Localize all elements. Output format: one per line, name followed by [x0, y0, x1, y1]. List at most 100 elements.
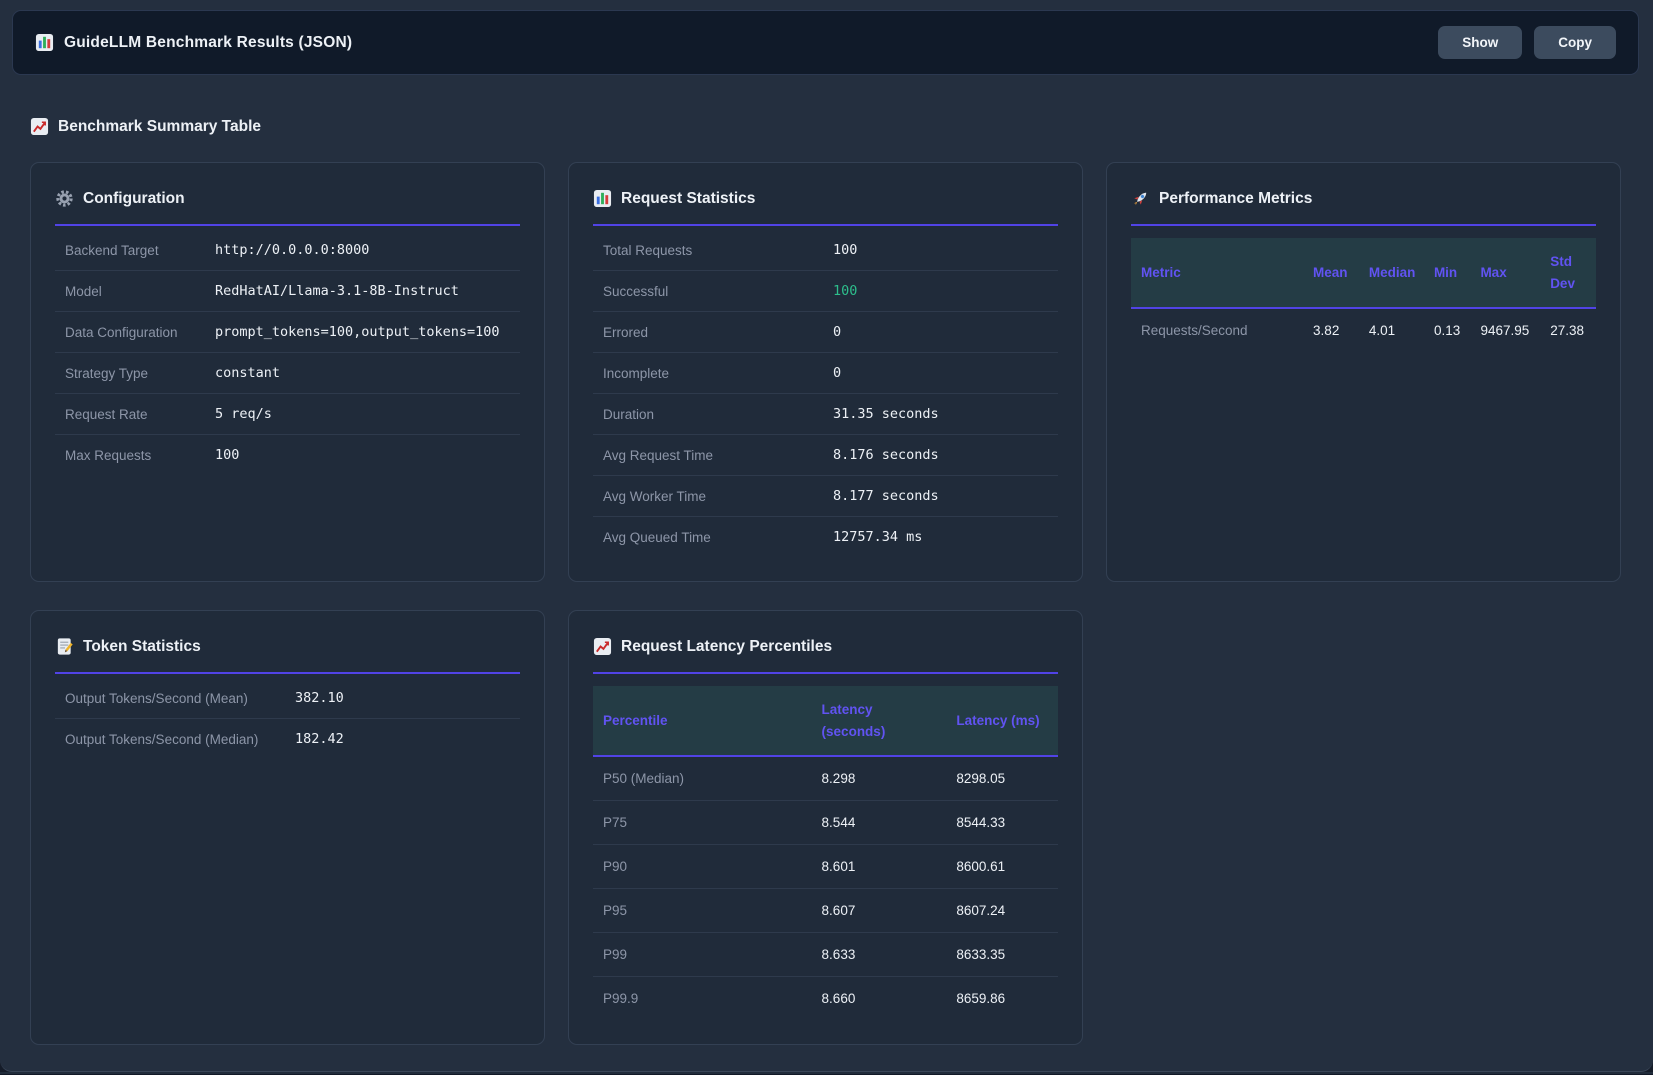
kv-label: Avg Request Time [603, 448, 833, 463]
table-row: P958.6078607.24 [593, 889, 1058, 933]
kv-value: http://0.0.0.0:8000 [215, 242, 369, 258]
table-row: P99.98.6608659.86 [593, 977, 1058, 1021]
kv-row: Avg Request Time8.176 seconds [593, 435, 1058, 476]
card-title-text: Request Latency Percentiles [621, 638, 832, 656]
kv-row: Max Requests100 [55, 435, 520, 475]
column-header: Latency (ms) [946, 686, 1058, 756]
card-title-text: Performance Metrics [1159, 190, 1312, 208]
value-cell: 8633.35 [946, 933, 1058, 977]
card-title: Configuration [55, 183, 520, 226]
kv-label: Total Requests [603, 243, 833, 258]
value-cell: 8600.61 [946, 845, 1058, 889]
row-label-cell: P95 [593, 889, 812, 933]
kv-row: Backend Targethttp://0.0.0.0:8000 [55, 230, 520, 271]
kv-row: Avg Worker Time8.177 seconds [593, 476, 1058, 517]
table-header-row: PercentileLatency (seconds)Latency (ms) [593, 686, 1058, 756]
chart-increasing-icon [593, 637, 612, 656]
value-cell: 9467.95 [1470, 308, 1540, 352]
kv-row: Duration31.35 seconds [593, 394, 1058, 435]
kv-value: RedHatAI/Llama-3.1-8B-Instruct [215, 283, 459, 299]
performance-metrics-table: MetricMeanMedianMinMaxStd DevRequests/Se… [1131, 238, 1596, 352]
configuration-list: Backend Targethttp://0.0.0.0:8000ModelRe… [55, 230, 520, 475]
kv-row: ModelRedHatAI/Llama-3.1-8B-Instruct [55, 271, 520, 312]
card-title: Token Statistics [55, 631, 520, 674]
kv-row: Incomplete0 [593, 353, 1058, 394]
column-header: Median [1359, 238, 1424, 308]
kv-label: Output Tokens/Second (Mean) [65, 691, 295, 706]
kv-value: 31.35 seconds [833, 406, 939, 422]
report-container: GuideLLM Benchmark Results (JSON) Show C… [0, 0, 1653, 1072]
table-header-row: MetricMeanMedianMinMaxStd Dev [1131, 238, 1596, 308]
kv-row: Total Requests100 [593, 230, 1058, 271]
section-title: Benchmark Summary Table [58, 118, 261, 136]
title-wrap: GuideLLM Benchmark Results (JSON) [35, 33, 352, 52]
kv-row: Data Configurationprompt_tokens=100,outp… [55, 312, 520, 353]
card-title: Request Latency Percentiles [593, 631, 1058, 674]
cards-grid: Configuration Backend Targethttp://0.0.0… [30, 162, 1621, 1045]
column-header: Std Dev [1540, 238, 1596, 308]
row-label-cell: P99 [593, 933, 812, 977]
column-header: Metric [1131, 238, 1303, 308]
row-label-cell: P90 [593, 845, 812, 889]
value-cell: 3.82 [1303, 308, 1359, 352]
section-heading: Benchmark Summary Table [30, 117, 1621, 136]
kv-label: Incomplete [603, 366, 833, 381]
latency-percentiles-table: PercentileLatency (seconds)Latency (ms)P… [593, 686, 1058, 1020]
header-buttons: Show Copy [1438, 26, 1616, 59]
kv-value: 100 [215, 447, 239, 463]
table-row: P998.6338633.35 [593, 933, 1058, 977]
kv-row: Request Rate5 req/s [55, 394, 520, 435]
value-cell: 8298.05 [946, 756, 1058, 801]
token-statistics-list: Output Tokens/Second (Mean)382.10Output … [55, 678, 520, 759]
column-header: Max [1470, 238, 1540, 308]
kv-value: 182.42 [295, 731, 344, 747]
kv-row: Output Tokens/Second (Median)182.42 [55, 719, 520, 759]
token-statistics-card: Token Statistics Output Tokens/Second (M… [30, 610, 545, 1045]
kv-label: Successful [603, 284, 833, 299]
memo-icon [55, 637, 74, 656]
value-cell: 0.13 [1424, 308, 1471, 352]
column-header: Percentile [593, 686, 812, 756]
content-area: Benchmark Summary Table Configuration Ba… [12, 117, 1639, 1045]
column-header: Mean [1303, 238, 1359, 308]
row-label-cell: P50 (Median) [593, 756, 812, 801]
kv-value: 5 req/s [215, 406, 272, 422]
chart-increasing-icon [30, 117, 49, 136]
table-row: P50 (Median)8.2988298.05 [593, 756, 1058, 801]
copy-button[interactable]: Copy [1534, 26, 1616, 59]
card-title: Performance Metrics [1131, 183, 1596, 226]
header-bar: GuideLLM Benchmark Results (JSON) Show C… [12, 10, 1639, 75]
kv-value: 100 [833, 242, 857, 258]
kv-value: 0 [833, 324, 841, 340]
table-row: P758.5448544.33 [593, 801, 1058, 845]
row-label-cell: P75 [593, 801, 812, 845]
value-cell: 8.544 [812, 801, 947, 845]
request-statistics-card: Request Statistics Total Requests100Succ… [568, 162, 1083, 582]
performance-metrics-card: Performance Metrics MetricMeanMedianMinM… [1106, 162, 1621, 582]
kv-label: Avg Queued Time [603, 530, 833, 545]
configuration-card: Configuration Backend Targethttp://0.0.0… [30, 162, 545, 582]
bar-chart-icon [35, 33, 54, 52]
kv-row: Avg Queued Time12757.34 ms [593, 517, 1058, 557]
value-cell: 8.633 [812, 933, 947, 977]
kv-value: 0 [833, 365, 841, 381]
value-cell: 8659.86 [946, 977, 1058, 1021]
value-cell: 8.607 [812, 889, 947, 933]
value-cell: 8.601 [812, 845, 947, 889]
value-cell: 27.38 [1540, 308, 1596, 352]
table-row: Requests/Second3.824.010.139467.9527.38 [1131, 308, 1596, 352]
value-cell: 4.01 [1359, 308, 1424, 352]
value-cell: 8.660 [812, 977, 947, 1021]
kv-label: Strategy Type [65, 366, 215, 381]
rocket-icon [1131, 189, 1150, 208]
latency-percentiles-card: Request Latency Percentiles PercentileLa… [568, 610, 1083, 1045]
value-cell: 8544.33 [946, 801, 1058, 845]
kv-label: Errored [603, 325, 833, 340]
bar-chart-icon [593, 189, 612, 208]
show-button[interactable]: Show [1438, 26, 1522, 59]
kv-value: prompt_tokens=100,output_tokens=100 [215, 324, 499, 340]
column-header: Min [1424, 238, 1471, 308]
column-header: Latency (seconds) [812, 686, 947, 756]
kv-row: Output Tokens/Second (Mean)382.10 [55, 678, 520, 719]
kv-label: Model [65, 284, 215, 299]
